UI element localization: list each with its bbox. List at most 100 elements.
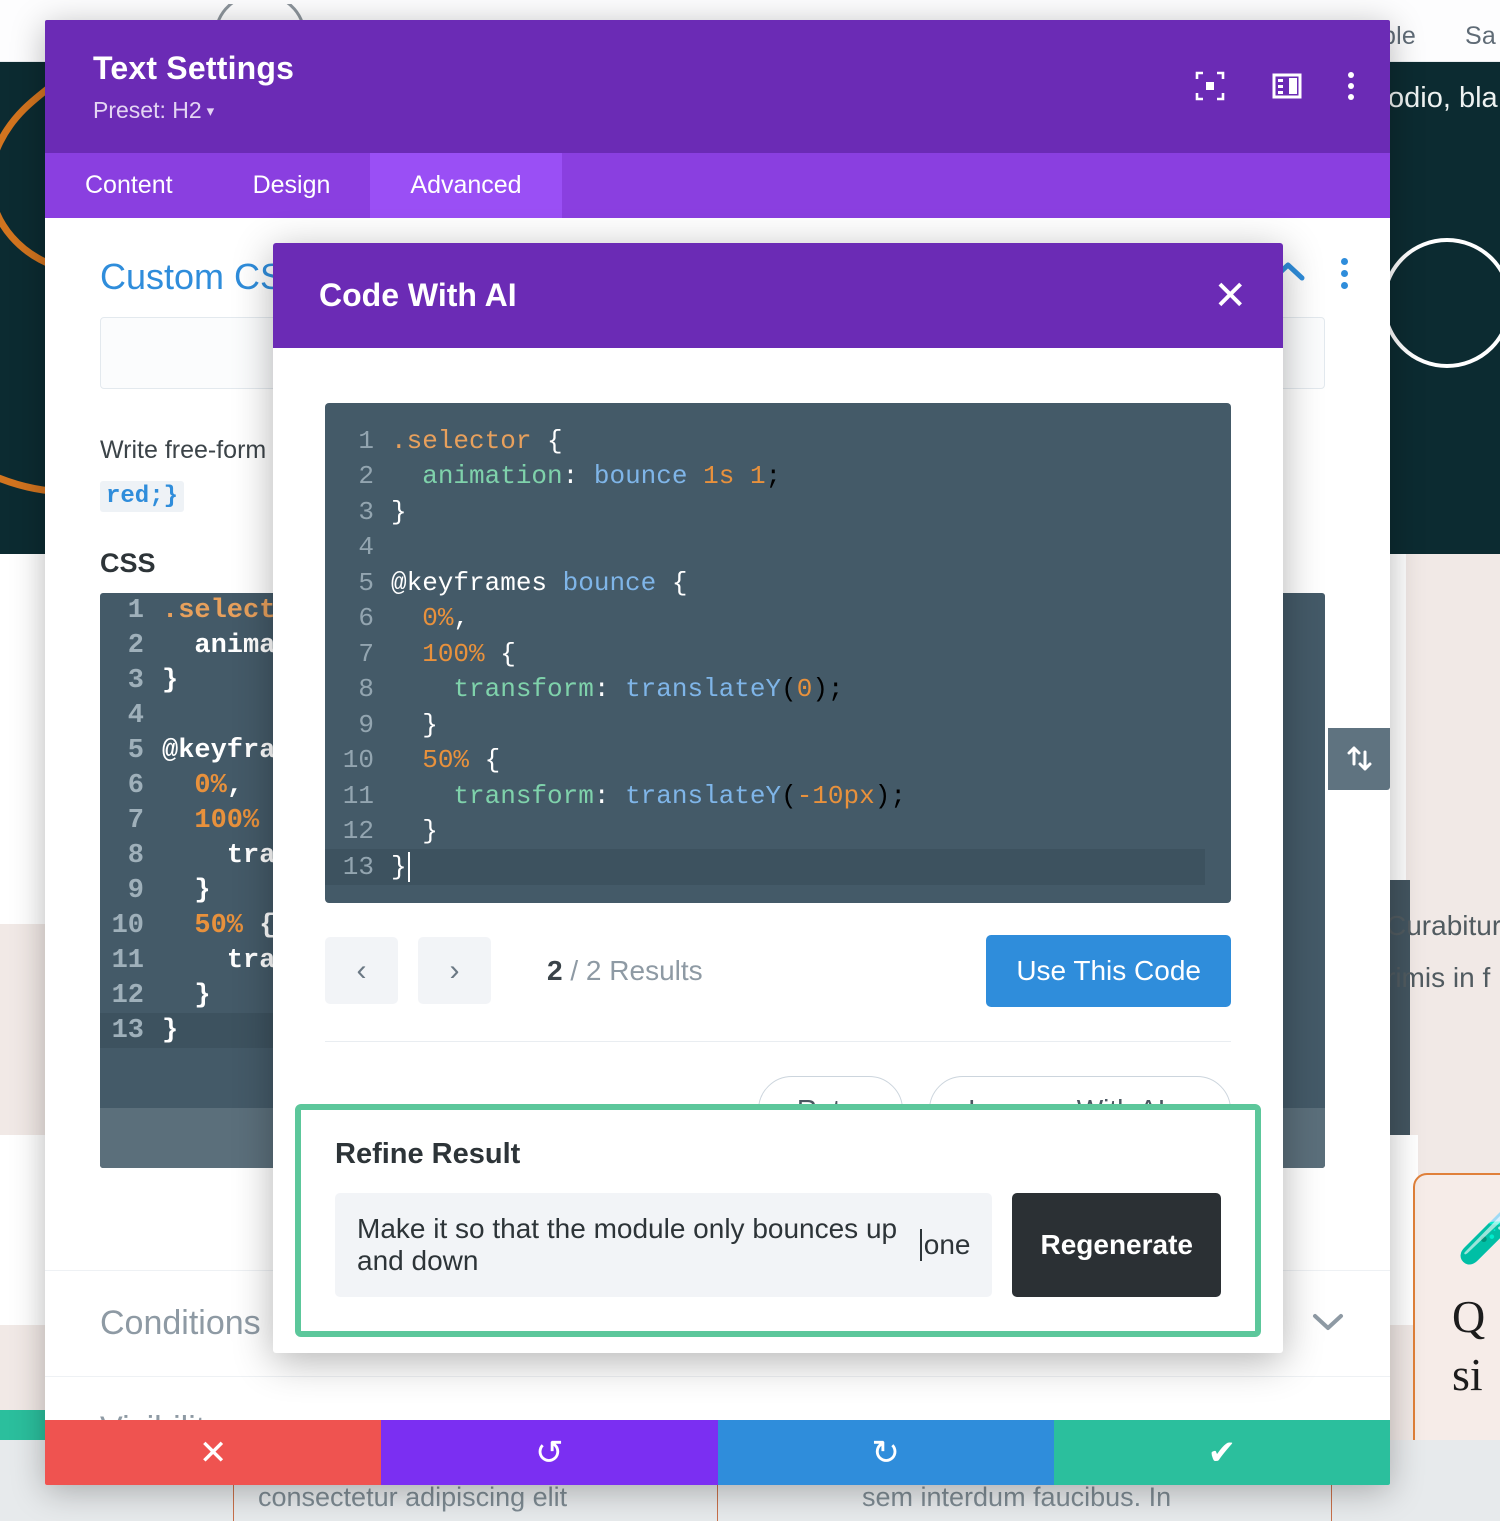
line-number: 10 <box>342 745 374 776</box>
preset-selector[interactable]: Preset: H2 ▾ <box>93 97 1354 124</box>
next-result-button[interactable]: › <box>418 937 491 1004</box>
line-code: 100% { <box>422 638 516 669</box>
line-number: 11 <box>342 780 374 811</box>
ai-code-preview[interactable]: 1 .selector {2 animation: bounce 1s 1; 3} 4… <box>325 403 1231 903</box>
line-number: 13 <box>111 1015 144 1046</box>
ai-dialog-body: 1 .selector {2 animation: bounce 1s 1; 3} 4… <box>273 348 1283 1144</box>
refine-prompt-input[interactable]: Make it so that the module only bounces … <box>335 1193 993 1297</box>
line-code: } <box>194 875 211 906</box>
line-number: 8 <box>127 840 144 871</box>
line-number: 1 <box>127 595 144 626</box>
bg-nav-item-2[interactable]: Sa <box>1465 22 1496 51</box>
line-code: @keyframes bounce { <box>391 567 688 598</box>
line-code: } <box>391 851 426 882</box>
save-button[interactable]: ✔ <box>1053 1420 1390 1485</box>
regenerate-button[interactable]: Regenerate <box>1012 1193 1221 1297</box>
line-number: 1 <box>358 425 374 456</box>
line-number: 2 <box>127 630 144 661</box>
ai-code-line: 7 100% { <box>325 636 1231 672</box>
results-current: 2 <box>547 954 563 986</box>
line-number: 6 <box>127 770 144 801</box>
panel-more-vertical-icon[interactable] <box>1341 258 1348 289</box>
line-number: 4 <box>358 532 374 563</box>
bg-card-heading-2: si <box>1452 1349 1483 1400</box>
tab-advanced[interactable]: Advanced <box>370 153 562 218</box>
line-code: 50% { <box>194 910 276 941</box>
css-field-label: CSS <box>100 548 156 578</box>
layout-panel-icon[interactable] <box>1272 72 1302 100</box>
line-code: 0%, <box>422 603 470 634</box>
panel-description-code: red;} <box>100 481 185 512</box>
bg-paragraph-1: Curabitur <box>1386 910 1500 941</box>
ai-dialog-header: Code With AI ✕ <box>273 243 1283 348</box>
line-number: 4 <box>127 700 144 731</box>
refine-result-row: Make it so that the module only bounces … <box>335 1193 1221 1297</box>
bg-card-heading-1: Q <box>1452 1291 1486 1342</box>
panel-description-text: Write free-form <box>100 436 267 464</box>
refine-result-panel: Refine Result Make it so that the module… <box>295 1104 1261 1337</box>
tab-design[interactable]: Design <box>213 153 371 218</box>
ai-code-line: 3} <box>325 494 1231 530</box>
cancel-button[interactable]: ✕ <box>45 1420 382 1485</box>
modal-header-icons <box>1194 70 1354 102</box>
close-icon[interactable]: ✕ <box>1213 276 1247 316</box>
ai-code-line: 10 50% { <box>325 743 1231 779</box>
use-this-code-button[interactable]: Use This Code <box>986 934 1231 1007</box>
chevron-down-icon: ▾ <box>206 103 215 120</box>
code-with-ai-dialog: Code With AI ✕ 1 .selector {2 animation: … <box>273 243 1283 1353</box>
modal-title: Text Settings <box>93 50 295 86</box>
line-code: } <box>422 709 438 740</box>
results-total: / 2 Results <box>570 954 703 986</box>
line-number: 8 <box>358 674 374 705</box>
line-number: 7 <box>127 805 144 836</box>
ai-code-line: 6 0%, <box>325 601 1231 637</box>
test-tube-icon: 🧪 <box>1456 1198 1500 1267</box>
line-code: 0%, <box>194 770 244 801</box>
refine-prompt-text-before: Make it so that the module only bounces … <box>357 1213 898 1276</box>
line-number: 9 <box>358 709 374 740</box>
line-number: 9 <box>127 875 144 906</box>
tab-content[interactable]: Content <box>45 153 213 218</box>
ai-code-line: 13} <box>325 849 1205 885</box>
ai-code-line: 9 } <box>325 707 1231 743</box>
prev-result-button[interactable]: ‹ <box>325 937 398 1004</box>
ai-code-line: 11 transform: translateY(-10px); <box>325 778 1231 814</box>
modal-tabs: Content Design Advanced <box>45 153 1390 218</box>
screen-root: odio, bla ple Sa Curabitur rimis in f 🧪 … <box>0 0 1500 1521</box>
line-number: 5 <box>127 735 144 766</box>
redo-button[interactable]: ↻ <box>717 1420 1054 1485</box>
editor-resize-handle[interactable] <box>1328 728 1390 790</box>
ai-code-line: 5 @keyframes bounce { <box>325 565 1231 601</box>
refine-prompt-text-after: one <box>923 1229 971 1260</box>
line-number: 6 <box>358 603 374 634</box>
modal-header: Text Settings Preset: H2 ▾ <box>45 20 1390 153</box>
line-code: transform: translateY(-10px); <box>453 780 906 811</box>
line-number: 13 <box>342 851 374 882</box>
line-number: 10 <box>111 910 144 941</box>
undo-button[interactable]: ↺ <box>381 1420 718 1485</box>
text-cursor <box>920 1229 922 1261</box>
line-code: 50% { <box>422 745 501 776</box>
refine-result-title: Refine Result <box>335 1138 521 1170</box>
line-code: } <box>194 980 211 1011</box>
preset-label: Preset: H2 <box>93 97 202 123</box>
line-number: 7 <box>358 638 374 669</box>
more-vertical-icon[interactable] <box>1348 72 1354 100</box>
ai-code-line: 4 <box>325 530 1231 566</box>
results-navigation: ‹ › 2 / 2 Results Use This Code <box>325 934 1231 1041</box>
line-number: 5 <box>358 567 374 598</box>
bg-hero-text: odio, bla <box>1388 82 1498 114</box>
ai-code-line: 1 .selector { <box>325 423 1231 459</box>
chevron-down-icon <box>1312 1308 1344 1339</box>
line-code: } <box>162 665 179 696</box>
accordion-conditions-label: Conditions <box>100 1304 261 1342</box>
ai-code-line: 2 animation: bounce 1s 1; <box>325 459 1231 495</box>
focus-icon[interactable] <box>1194 70 1226 102</box>
line-number: 12 <box>111 980 144 1011</box>
line-code: } <box>422 816 438 847</box>
modal-action-bar: ✕ ↺ ↻ ✔ <box>45 1420 1390 1485</box>
bg-circle-decoration <box>1382 238 1500 368</box>
line-number: 3 <box>127 665 144 696</box>
line-number: 12 <box>342 816 374 847</box>
line-number: 2 <box>358 461 374 492</box>
